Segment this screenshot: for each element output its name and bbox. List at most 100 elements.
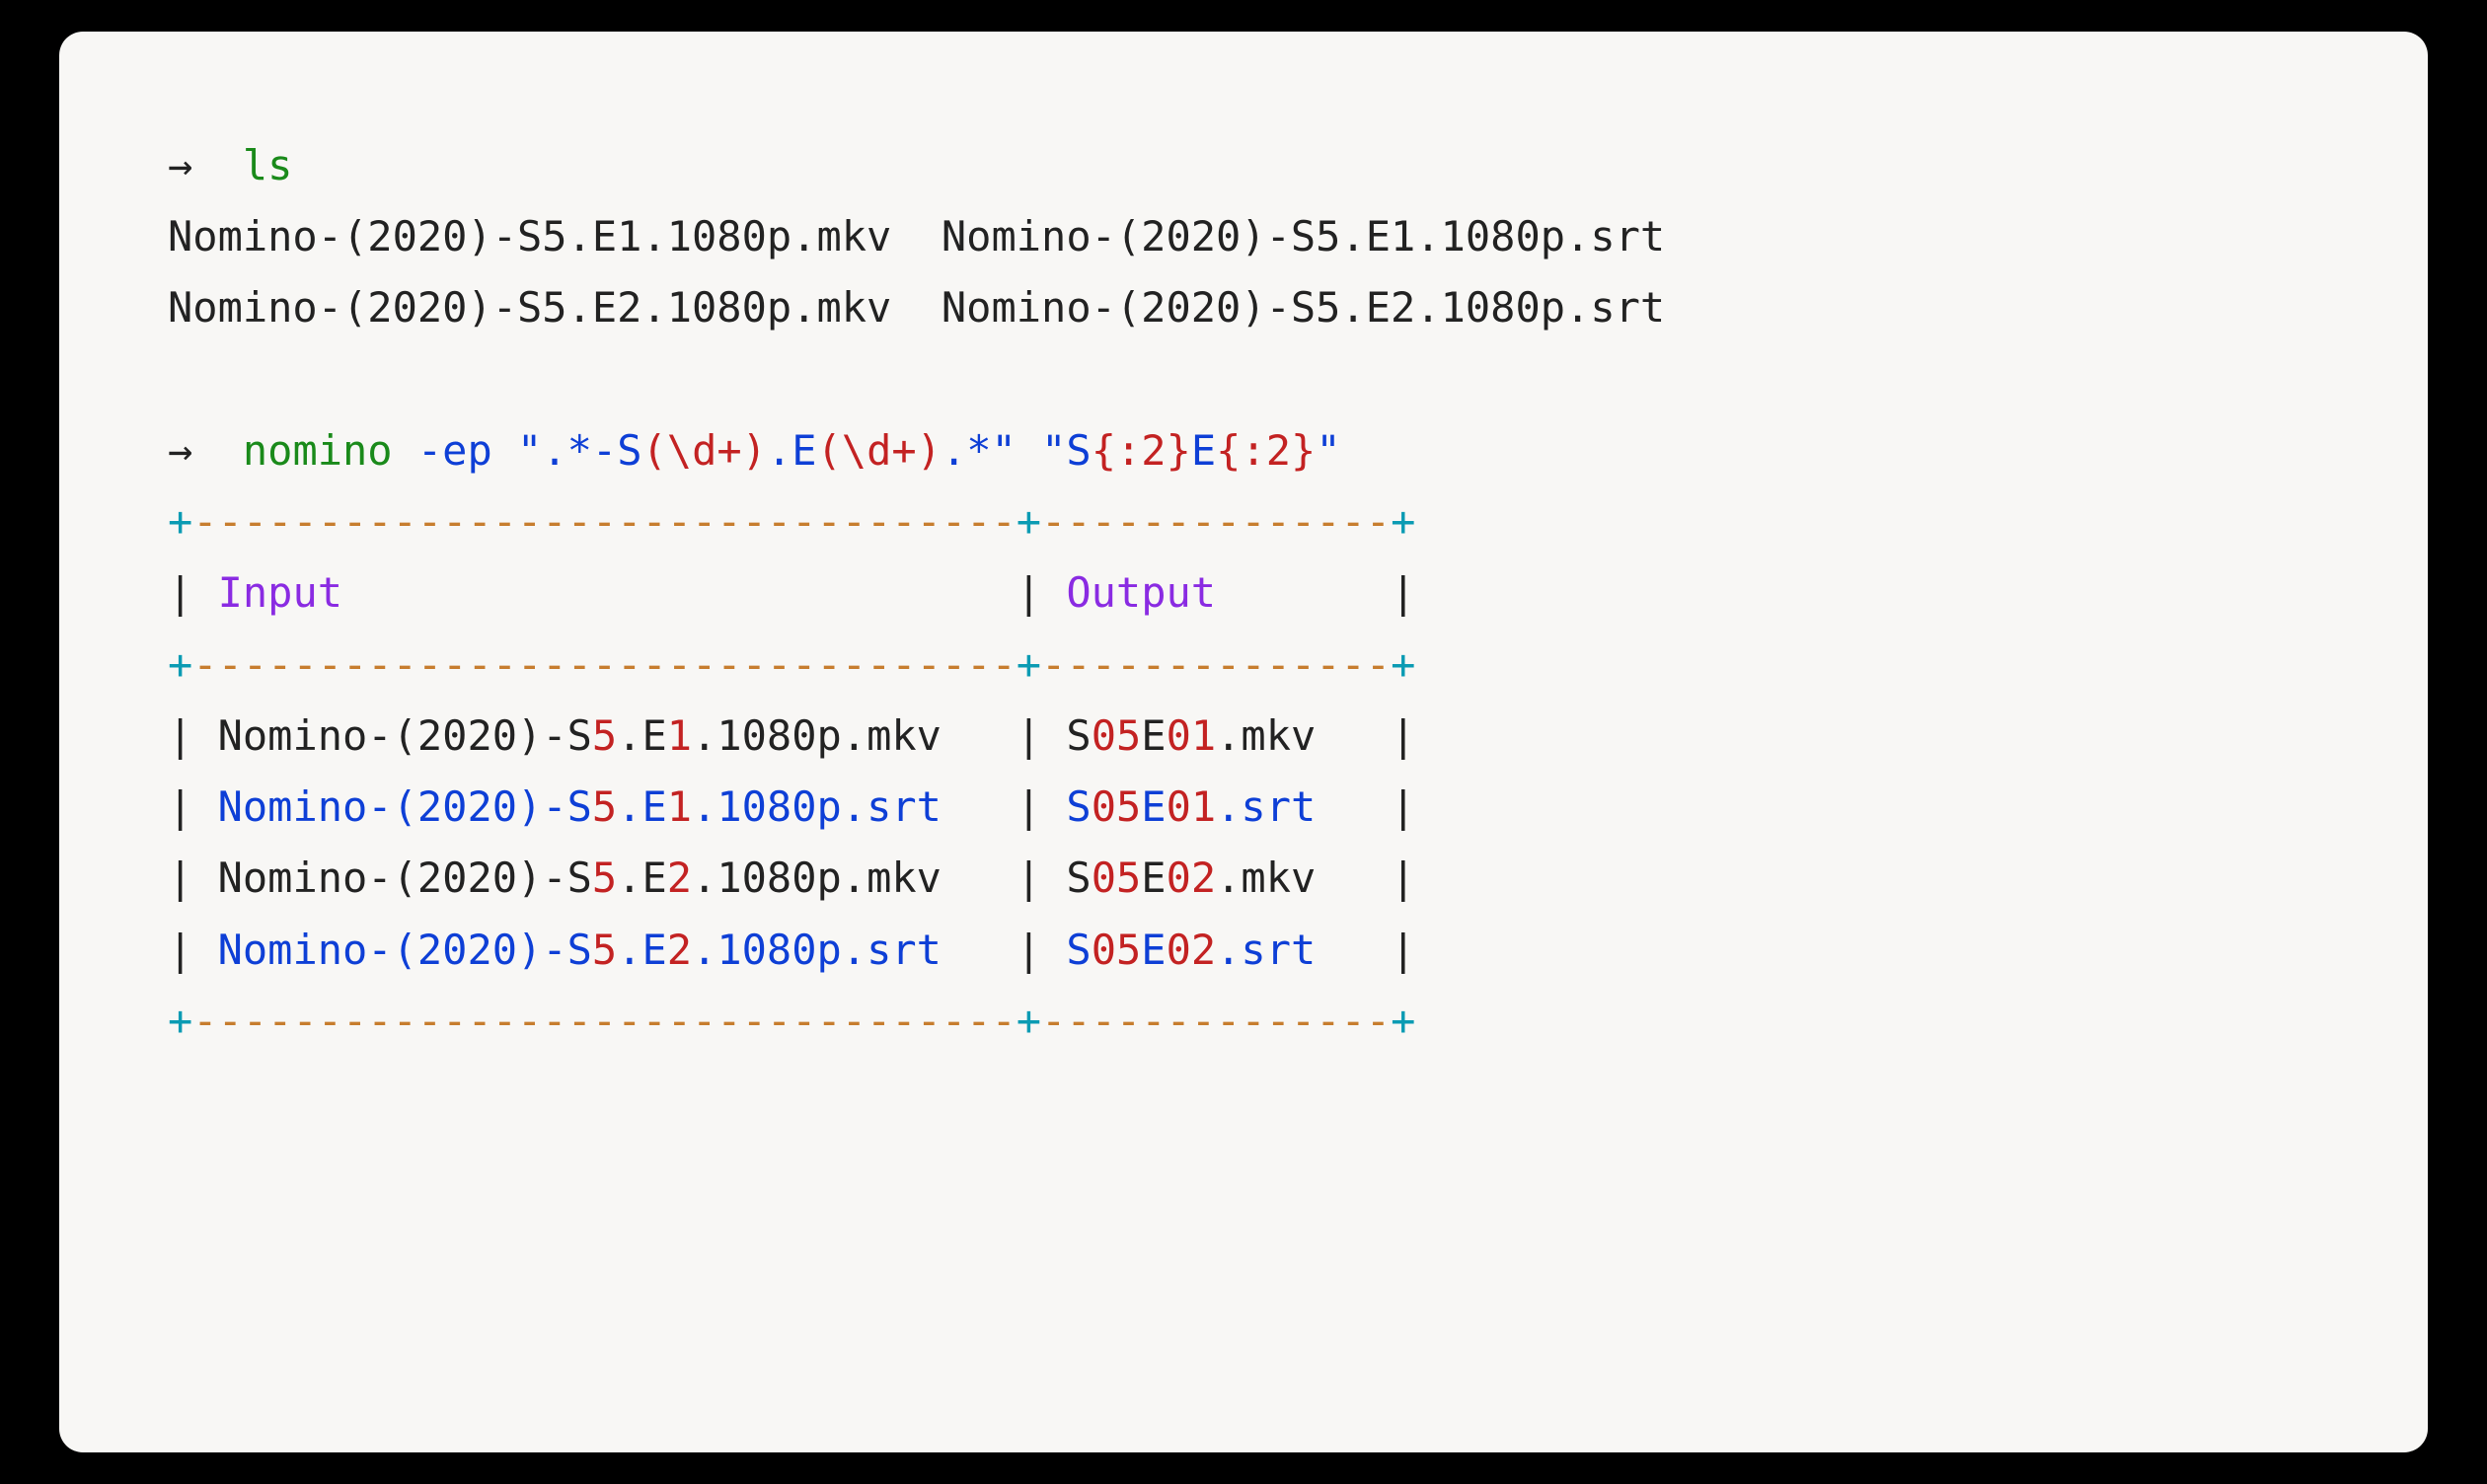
- border-corner: +: [168, 497, 192, 546]
- regex-group: (\d+): [642, 426, 767, 475]
- table-row: | Nomino-(2020)-S5.E2.1080p.srt | S05E02…: [168, 915, 2319, 986]
- cell-input-num: 5: [592, 926, 617, 974]
- cell-input-num: 5: [592, 711, 617, 760]
- table-border: +---------------------------------+-----…: [168, 486, 2319, 557]
- cell-input-segment: Nomino-(2020)-S: [218, 926, 592, 974]
- file-name: Nomino-(2020)-S5.E1.1080p.srt: [942, 212, 1665, 260]
- cell-input-segment: .1080p.srt: [692, 782, 942, 831]
- table-pipe: |: [168, 568, 192, 617]
- cell-input-segment: .E: [617, 926, 667, 974]
- cell-input-num: 1: [667, 782, 692, 831]
- table-pipe: |: [1017, 711, 1041, 760]
- border-corner: +: [1017, 997, 1041, 1045]
- border-corner: +: [1017, 497, 1041, 546]
- quote: ": [992, 426, 1017, 475]
- regex-group: (\d+): [817, 426, 942, 475]
- terminal-window: → ls Nomino-(2020)-S5.E1.1080p.mkv Nomin…: [59, 32, 2428, 1452]
- command-nomino: nomino: [243, 426, 393, 475]
- table-pipe: |: [1391, 926, 1415, 974]
- prompt-line-nomino: → nomino -ep ".*-S(\d+).E(\d+).*" "S{:2}…: [168, 415, 2319, 486]
- cell-output-segment: .srt: [1216, 782, 1316, 831]
- quote: ": [1316, 426, 1340, 475]
- cell-output-segment: S: [1066, 853, 1091, 902]
- table-pipe: |: [1017, 568, 1041, 617]
- ls-output-row-2: Nomino-(2020)-S5.E2.1080p.mkv Nomino-(20…: [168, 272, 2319, 343]
- format-placeholder: {:2}: [1092, 426, 1191, 475]
- table-pipe: |: [168, 782, 192, 831]
- table-row: | Nomino-(2020)-S5.E2.1080p.mkv | S05E02…: [168, 843, 2319, 914]
- table-row: | Nomino-(2020)-S5.E1.1080p.mkv | S05E01…: [168, 701, 2319, 772]
- cell-input-num: 5: [592, 782, 617, 831]
- table-header-row: | Input | Output |: [168, 557, 2319, 629]
- table-pipe: |: [1017, 782, 1041, 831]
- cell-input-num: 2: [667, 853, 692, 902]
- header-input: Input: [218, 568, 342, 617]
- cell-output-num: 02: [1167, 926, 1217, 974]
- format-segment: S: [1066, 426, 1091, 475]
- cell-input-segment: .E: [617, 853, 667, 902]
- cell-input-segment: .E: [617, 711, 667, 760]
- border-corner: +: [1391, 640, 1415, 689]
- table-row: | Nomino-(2020)-S5.E1.1080p.srt | S05E01…: [168, 772, 2319, 843]
- flag: -ep: [417, 426, 492, 475]
- cell-output-num: 05: [1092, 711, 1142, 760]
- file-name: Nomino-(2020)-S5.E1.1080p.mkv: [168, 212, 891, 260]
- cell-input-segment: .1080p.srt: [692, 926, 942, 974]
- quote: ": [517, 426, 542, 475]
- border-dash: --------------: [1041, 497, 1391, 546]
- table-pipe: |: [1017, 853, 1041, 902]
- table-pipe: |: [168, 853, 192, 902]
- cell-output-num: 02: [1167, 853, 1217, 902]
- file-name: Nomino-(2020)-S5.E2.1080p.srt: [942, 283, 1665, 332]
- table-pipe: |: [1391, 782, 1415, 831]
- border-dash: ---------------------------------: [192, 997, 1016, 1045]
- cell-input-segment: .E: [617, 782, 667, 831]
- border-corner: +: [168, 640, 192, 689]
- cell-input-num: 5: [592, 853, 617, 902]
- cell-input-segment: Nomino-(2020)-S: [218, 853, 592, 902]
- cell-output-num: 05: [1092, 853, 1142, 902]
- command-ls: ls: [243, 141, 293, 189]
- cell-output-segment: E: [1141, 711, 1166, 760]
- table-border: +---------------------------------+-----…: [168, 630, 2319, 701]
- cell-input-num: 2: [667, 926, 692, 974]
- cell-output-segment: S: [1066, 782, 1091, 831]
- table-pipe: |: [1017, 926, 1041, 974]
- border-dash: --------------: [1041, 997, 1391, 1045]
- border-dash: --------------: [1041, 640, 1391, 689]
- table-pipe: |: [1391, 853, 1415, 902]
- cell-output-segment: S: [1066, 711, 1091, 760]
- cell-output-num: 01: [1167, 711, 1217, 760]
- border-dash: ---------------------------------: [192, 640, 1016, 689]
- cell-input-segment: .1080p.mkv: [692, 711, 942, 760]
- prompt-line-ls: → ls: [168, 130, 2319, 201]
- regex-segment: .E: [767, 426, 817, 475]
- cell-input-segment: Nomino-(2020)-S: [218, 782, 592, 831]
- blank-line: [168, 344, 2319, 415]
- format-placeholder: {:2}: [1216, 426, 1316, 475]
- table-pipe: |: [1391, 568, 1415, 617]
- border-corner: +: [1391, 997, 1415, 1045]
- table-border: +---------------------------------+-----…: [168, 986, 2319, 1057]
- prompt-arrow-icon: →: [168, 141, 192, 189]
- cell-output-segment: S: [1066, 926, 1091, 974]
- table-pipe: |: [168, 711, 192, 760]
- file-name: Nomino-(2020)-S5.E2.1080p.mkv: [168, 283, 891, 332]
- cell-output-segment: E: [1141, 926, 1166, 974]
- regex-segment: .*: [942, 426, 992, 475]
- border-dash: ---------------------------------: [192, 497, 1016, 546]
- cell-output-num: 01: [1167, 782, 1217, 831]
- border-corner: +: [168, 997, 192, 1045]
- cell-input-segment: .1080p.mkv: [692, 853, 942, 902]
- cell-output-segment: .mkv: [1216, 711, 1316, 760]
- border-corner: +: [1017, 640, 1041, 689]
- cell-output-segment: E: [1141, 782, 1166, 831]
- cell-output-segment: .mkv: [1216, 853, 1316, 902]
- cell-output-num: 05: [1092, 926, 1142, 974]
- border-corner: +: [1391, 497, 1415, 546]
- cell-input-segment: Nomino-(2020)-S: [218, 711, 592, 760]
- table-pipe: |: [1391, 711, 1415, 760]
- cell-input-num: 1: [667, 711, 692, 760]
- prompt-arrow-icon: →: [168, 426, 192, 475]
- header-output: Output: [1066, 568, 1216, 617]
